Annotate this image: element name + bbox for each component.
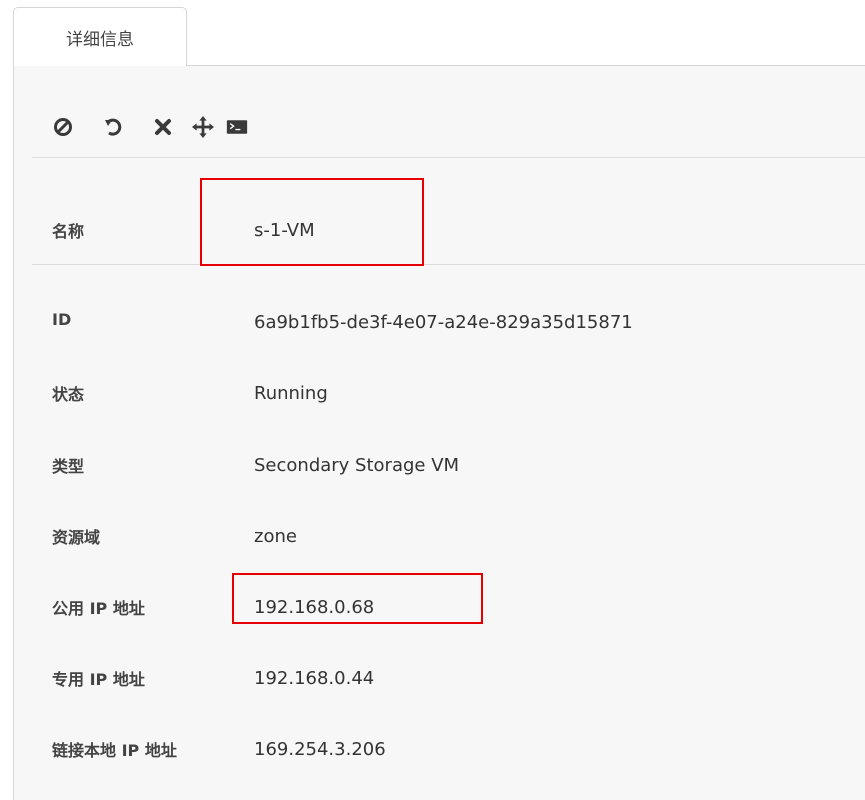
reboot-icon [105, 118, 122, 136]
stop-button[interactable] [52, 116, 74, 138]
zone-label: 资源域 [52, 528, 101, 547]
zone-value: zone [254, 526, 297, 547]
id-label: ID [52, 310, 72, 329]
type-label: 类型 [52, 457, 85, 476]
destroy-icon [155, 119, 171, 135]
private-ip-value: 192.168.0.44 [254, 668, 375, 689]
toolbar-divider [32, 157, 865, 158]
private-ip-label: 专用 IP 地址 [52, 670, 145, 689]
tab-details[interactable]: 详细信息 [13, 7, 187, 66]
link-local-ip-value: 169.254.3.206 [254, 739, 386, 760]
name-divider [32, 264, 865, 265]
type-value: Secondary Storage VM [254, 455, 460, 476]
link-local-ip-label: 链接本地 IP 地址 [52, 741, 177, 760]
name-highlight-box [200, 178, 424, 266]
name-label: 名称 [52, 222, 85, 241]
action-toolbar [52, 114, 248, 140]
destroy-button[interactable] [152, 116, 174, 138]
tab-details-label: 详细信息 [66, 29, 134, 50]
migrate-button[interactable] [192, 116, 214, 138]
console-icon [226, 120, 248, 134]
migrate-icon [192, 116, 214, 138]
public-ip-label: 公用 IP 地址 [52, 599, 145, 618]
state-value: Running [254, 383, 328, 404]
tab-divider [187, 65, 865, 66]
detail-view: 详细信息 名称 s-1-VM ID 6a9b1fb5-de3f-4e07-a24… [0, 0, 865, 800]
console-button[interactable] [226, 116, 248, 138]
reboot-button[interactable] [102, 116, 124, 138]
id-value: 6a9b1fb5-de3f-4e07-a24e-829a35d15871 [254, 312, 633, 333]
state-label: 状态 [52, 385, 85, 404]
stop-icon [54, 118, 72, 136]
public-ip-highlight-box [232, 573, 483, 624]
